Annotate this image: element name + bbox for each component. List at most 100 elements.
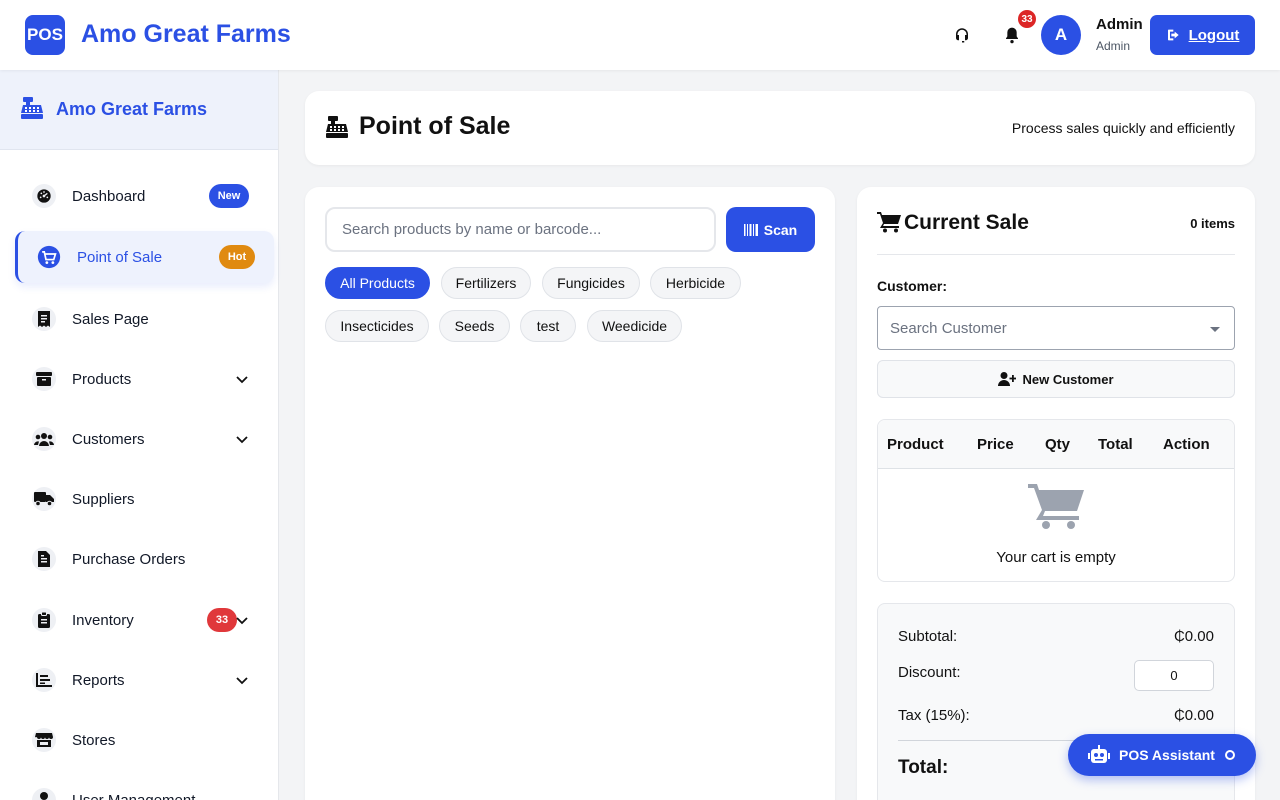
column-header-product: Product	[887, 436, 944, 453]
sidebar-item-label: Dashboard	[72, 187, 146, 205]
app-logo[interactable]: POS	[25, 15, 65, 55]
barcode-icon	[743, 223, 758, 236]
product-search-input[interactable]	[325, 207, 716, 252]
sidebar-item-dashboard[interactable]: Dashboard New	[15, 170, 274, 222]
sidebar-title: Amo Great Farms	[56, 99, 208, 119]
column-header-action: Action	[1163, 436, 1210, 453]
sidebar-item-customers[interactable]: Customers	[15, 413, 274, 465]
cart-item-count: 0 items	[1190, 216, 1235, 231]
sidebar-item-inventory[interactable]: Inventory 33	[15, 594, 274, 646]
box-icon	[32, 367, 56, 391]
page-subtitle: Process sales quickly and efficiently	[1011, 120, 1235, 136]
sidebar-item-sales-page[interactable]: Sales Page	[15, 293, 274, 345]
sidebar-item-purchase-orders[interactable]: Purchase Orders	[15, 533, 274, 585]
top-bar: POS Amo Great Farms 33 A Admin Admin Log…	[0, 0, 1280, 70]
user-icon	[32, 788, 56, 800]
new-customer-label: New Customer	[1022, 371, 1114, 387]
empty-cart-icon	[1028, 482, 1084, 535]
category-chip-weedicide[interactable]: Weedicide	[587, 310, 682, 342]
category-chip-insecticides[interactable]: Insecticides	[325, 310, 429, 342]
chevron-down-icon[interactable]	[235, 372, 249, 386]
chevron-down-icon[interactable]	[235, 613, 249, 627]
page-header-card: Point of Sale Process sales quickly and …	[305, 91, 1255, 165]
category-chip-all-products[interactable]: All Products	[325, 267, 430, 299]
sidebar-item-label: Stores	[72, 731, 116, 749]
scan-button[interactable]: Scan	[726, 207, 815, 252]
category-chip-fertilizers[interactable]: Fertilizers	[441, 267, 531, 299]
category-chip-fungicides[interactable]: Fungicides	[542, 267, 640, 299]
current-sale-title: Current Sale	[904, 211, 1029, 234]
customer-select-placeholder: Search Customer	[890, 320, 1007, 337]
sidebar-item-user-management[interactable]: User Management	[15, 774, 274, 800]
subtotal-label: Subtotal:	[898, 628, 958, 645]
robot-icon	[1088, 745, 1110, 768]
receipt-icon	[32, 307, 56, 331]
user-plus-icon	[998, 372, 1017, 386]
subtotal-value: ₵0.00	[1173, 628, 1214, 645]
cart-icon	[877, 211, 901, 238]
brand-name[interactable]: Amo Great Farms	[81, 20, 291, 49]
file-icon	[32, 547, 56, 571]
sidebar-item-stores[interactable]: Stores	[15, 714, 274, 766]
truck-icon	[32, 487, 56, 511]
pos-assistant-label: POS Assistant	[1119, 747, 1215, 763]
customer-label: Customer:	[877, 278, 948, 294]
cart-table: Product Price Qty Total Action Your cart…	[877, 419, 1235, 582]
cash-register-icon	[325, 116, 349, 143]
sidebar-item-reports[interactable]: Reports	[15, 654, 274, 706]
cash-register-icon	[20, 97, 44, 124]
sidebar: Amo Great Farms Dashboard New Point of S…	[0, 70, 279, 800]
sidebar-item-label: Inventory	[72, 611, 134, 629]
chart-icon	[32, 668, 56, 692]
sidebar-item-label: Products	[72, 370, 132, 388]
chevron-down-icon[interactable]	[235, 673, 249, 687]
store-icon	[32, 728, 56, 752]
tax-value: ₵0.00	[1173, 707, 1214, 724]
sidebar-item-label: Purchase Orders	[72, 550, 186, 568]
sidebar-item-products[interactable]: Products	[15, 353, 274, 405]
user-role: Admin	[1096, 39, 1131, 53]
tax-label: Tax (15%):	[898, 707, 970, 724]
category-chip-seeds[interactable]: Seeds	[439, 310, 510, 342]
avatar[interactable]: A	[1041, 15, 1081, 55]
new-badge: New	[209, 184, 249, 208]
discount-input[interactable]	[1134, 660, 1214, 691]
logout-label: Logout	[1188, 26, 1240, 44]
bell-icon[interactable]	[1002, 25, 1022, 45]
notification-badge: 33	[1018, 10, 1036, 28]
pos-assistant-button[interactable]: POS Assistant	[1068, 734, 1256, 776]
headset-icon[interactable]	[952, 25, 972, 45]
new-customer-button[interactable]: New Customer	[877, 360, 1235, 398]
total-label: Total:	[898, 757, 949, 778]
cart-icon	[37, 245, 61, 269]
sidebar-item-suppliers[interactable]: Suppliers	[15, 473, 274, 525]
sidebar-item-label: Sales Page	[72, 310, 149, 328]
page-title: Point of Sale	[359, 112, 511, 140]
empty-cart-text: Your cart is empty	[996, 549, 1116, 566]
logout-icon	[1167, 29, 1179, 41]
hot-badge: Hot	[219, 245, 255, 269]
cart-table-header: Product Price Qty Total Action	[878, 420, 1234, 469]
column-header-total: Total	[1098, 436, 1133, 453]
customer-select[interactable]: Search Customer	[877, 306, 1235, 350]
category-chip-test[interactable]: test	[520, 310, 576, 342]
sidebar-item-label: Point of Sale	[77, 248, 163, 266]
caret-down-icon	[1210, 327, 1220, 332]
divider	[877, 254, 1235, 255]
category-chip-herbicide[interactable]: Herbicide	[650, 267, 741, 299]
products-panel: Scan All Products Fertilizers Fungicides…	[305, 187, 835, 800]
column-header-price: Price	[977, 436, 1014, 453]
current-sale-panel: Current Sale 0 items Customer: Search Cu…	[857, 187, 1255, 800]
logout-button[interactable]: Logout	[1150, 15, 1255, 55]
dashboard-icon	[32, 184, 56, 208]
chevron-down-icon[interactable]	[235, 432, 249, 446]
clipboard-icon	[32, 608, 56, 632]
sidebar-item-label: Customers	[72, 430, 145, 448]
users-icon	[32, 427, 56, 451]
sidebar-item-point-of-sale[interactable]: Point of Sale Hot	[15, 231, 274, 283]
sidebar-item-label: User Management	[72, 791, 196, 800]
inventory-count-badge: 33	[207, 608, 237, 632]
status-dot	[1225, 750, 1235, 760]
sidebar-header: Amo Great Farms	[0, 70, 278, 150]
sidebar-item-label: Suppliers	[72, 490, 135, 508]
